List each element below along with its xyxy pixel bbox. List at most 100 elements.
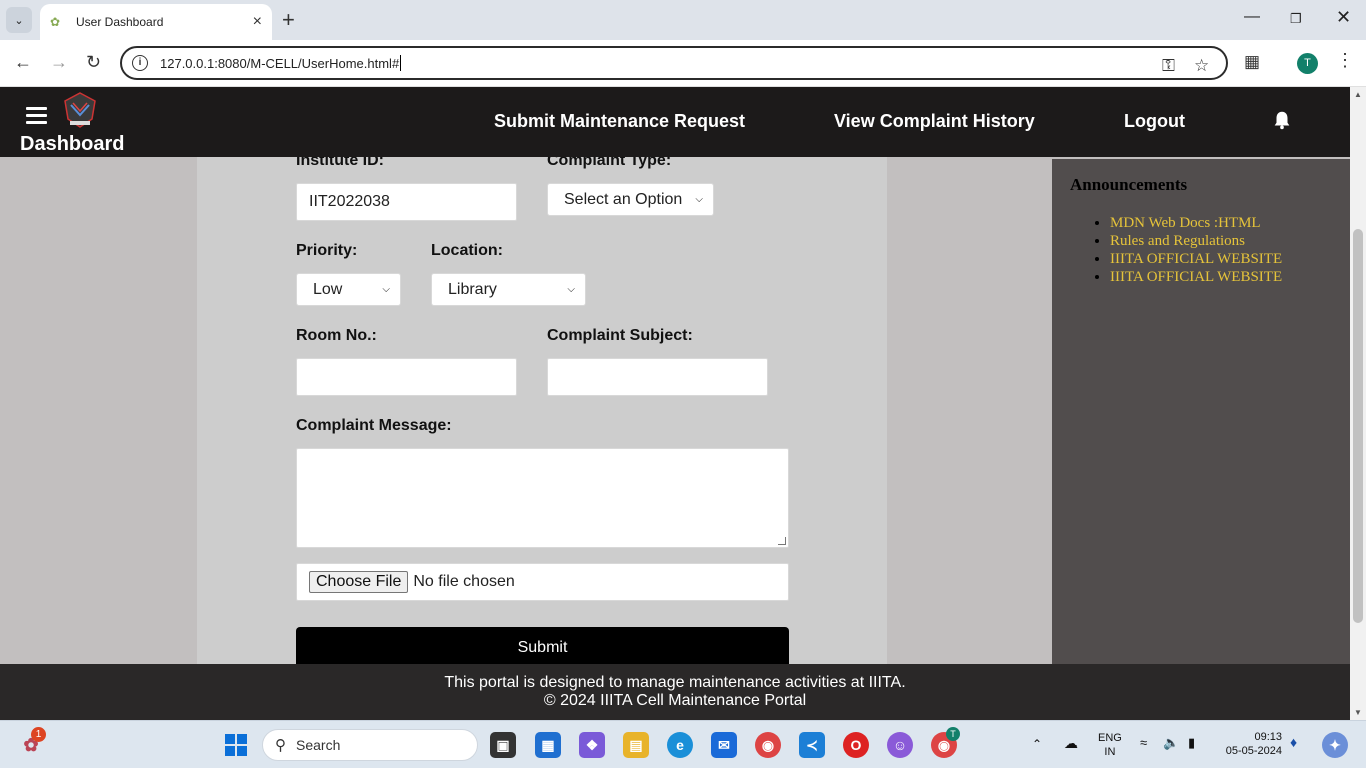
announcements-list: MDN Web Docs :HTML Rules and Regulations… — [1110, 214, 1282, 286]
complaint-type-select[interactable]: Select an Option ⌵ — [547, 183, 714, 216]
file-explorer-icon[interactable]: ▤ — [623, 732, 649, 758]
submit-button[interactable]: Submit — [296, 627, 789, 664]
profile-avatar[interactable]: T — [1297, 53, 1318, 74]
bookmark-star-icon[interactable]: ☆ — [1194, 56, 1209, 76]
announcement-link[interactable]: Rules and Regulations — [1110, 232, 1282, 250]
browser-toolbar: ← → ↻ i 127.0.0.1:8080/M-CELL/UserHome.h… — [0, 40, 1366, 87]
complaint-type-value: Select an Option — [564, 190, 683, 208]
start-icon[interactable] — [223, 732, 249, 758]
opera-icon[interactable]: O — [843, 732, 869, 758]
announcement-link[interactable]: MDN Web Docs :HTML — [1110, 214, 1282, 232]
hamburger-menu-icon[interactable] — [26, 107, 47, 125]
clock-date: 05-05-2024 — [1225, 745, 1282, 757]
location-label: Location: — [431, 242, 503, 259]
clock-time: 09:13 — [1254, 731, 1282, 743]
vscode-icon[interactable]: ≺ — [799, 732, 825, 758]
restore-icon[interactable]: ❐ — [1290, 11, 1302, 27]
tab-title: User Dashboard — [76, 15, 164, 29]
tab-search-chevron-icon[interactable]: ⌄ — [6, 7, 32, 33]
reload-icon[interactable]: ↻ — [86, 52, 101, 73]
announcement-link[interactable]: IIITA OFFICIAL WEBSITE — [1110, 268, 1282, 286]
browser-tabstrip: ⌄ ✿ User Dashboard × + — ❐ ✕ — [0, 0, 1366, 40]
page-scrollbar[interactable]: ▲ ▼ — [1350, 87, 1366, 720]
task-view-icon[interactable]: ▣ — [490, 732, 516, 758]
extensions-puzzle-icon[interactable]: ▦ — [1244, 52, 1260, 72]
taskbar-search[interactable]: ⚲ Search — [262, 729, 478, 761]
copilot-icon[interactable]: ❖ — [579, 732, 605, 758]
url-text: 127.0.0.1:8080/M-CELL/UserHome.html# — [160, 55, 400, 71]
brand-title[interactable]: Dashboard — [20, 133, 124, 156]
tray-chevron-up-icon[interactable]: ⌃ — [1032, 737, 1042, 751]
search-icon: ⚲ — [275, 737, 286, 754]
institute-id-input[interactable]: IIT2022038 — [296, 183, 517, 221]
clock[interactable]: 09:13 05-05-2024 — [1222, 730, 1282, 758]
window-close-icon[interactable]: ✕ — [1336, 7, 1351, 28]
password-key-icon[interactable]: ⚿ — [1162, 56, 1175, 76]
file-upload: Choose File No file chosen — [296, 563, 789, 601]
new-tab-icon[interactable]: + — [282, 8, 295, 32]
chevron-down-icon: ⌵ — [567, 284, 575, 295]
nav-complaint-history[interactable]: View Complaint History — [834, 111, 1035, 132]
scroll-up-icon[interactable]: ▲ — [1354, 90, 1362, 99]
announcements-panel: Announcements MDN Web Docs :HTML Rules a… — [1052, 159, 1350, 664]
subject-input[interactable] — [547, 358, 768, 396]
priority-value: Low — [313, 280, 343, 298]
footer-copyright: © 2024 IIITA Cell Maintenance Portal — [543, 692, 807, 709]
wifi-icon[interactable]: ≈ — [1140, 736, 1147, 750]
notification-bell-icon[interactable]: ♦ — [1290, 735, 1297, 749]
priority-select[interactable]: Low ⌵ — [296, 273, 401, 306]
minimize-icon[interactable]: — — [1244, 8, 1260, 26]
complaint-form: Institute ID: Complaint Type: IIT2022038… — [197, 157, 887, 664]
battery-icon[interactable]: ▮ — [1188, 736, 1195, 750]
choose-file-button[interactable]: Choose File — [309, 571, 409, 593]
location-select[interactable]: Library ⌵ — [431, 273, 586, 306]
file-status: No file chosen — [413, 573, 515, 590]
scrollbar-thumb[interactable] — [1353, 229, 1363, 623]
chevron-down-icon: ⌵ — [382, 284, 390, 295]
institute-id-label: Institute ID: — [296, 157, 384, 169]
onedrive-cloud-icon[interactable]: ☁ — [1064, 736, 1078, 750]
back-icon[interactable]: ← — [14, 52, 32, 73]
tab-favicon-icon: ✿ — [50, 15, 61, 29]
scroll-down-icon[interactable]: ▼ — [1354, 708, 1362, 717]
site-info-icon[interactable]: i — [132, 55, 148, 71]
forward-icon[interactable]: → — [50, 52, 68, 73]
store-icon[interactable]: ▦ — [535, 732, 561, 758]
chrome-icon[interactable]: ◉ — [755, 732, 781, 758]
chrome-profile-badge: T — [946, 727, 960, 741]
complaint-type-label: Complaint Type: — [547, 157, 672, 169]
priority-label: Priority: — [296, 242, 358, 259]
announcement-link[interactable]: IIITA OFFICIAL WEBSITE — [1110, 250, 1282, 268]
institute-logo — [64, 92, 96, 128]
edge-icon[interactable]: e — [667, 732, 693, 758]
room-label: Room No.: — [296, 327, 377, 344]
room-input[interactable] — [296, 358, 517, 396]
nav-submit-request[interactable]: Submit Maintenance Request — [494, 111, 745, 132]
language-code: ENG — [1098, 732, 1122, 744]
browser-tab[interactable]: ✿ User Dashboard × — [40, 4, 272, 40]
taskbar: ✿ ⚲ Search ▣ ▦ ❖ ▤ e ✉ ◉ ≺ O ☺ ◉ T ⌃ ☁ E… — [0, 720, 1366, 768]
site-header: Dashboard Submit Maintenance Request Vie… — [0, 87, 1350, 157]
nav-logout[interactable]: Logout — [1124, 111, 1185, 132]
volume-icon[interactable]: 🔈 — [1163, 736, 1179, 750]
search-placeholder: Search — [296, 737, 341, 753]
region-code: IN — [1104, 746, 1116, 758]
announcements-title: Announcements — [1070, 175, 1188, 194]
footer-description: This portal is designed to manage mainte… — [444, 674, 906, 691]
address-bar[interactable]: i 127.0.0.1:8080/M-CELL/UserHome.html# ⚿… — [120, 46, 1228, 80]
site-footer: This portal is designed to manage mainte… — [0, 664, 1350, 720]
discord-icon[interactable]: ☺ — [887, 732, 913, 758]
browser-menu-icon[interactable]: ⋮ — [1336, 50, 1354, 71]
subject-label: Complaint Subject: — [547, 327, 693, 344]
location-value: Library — [448, 280, 497, 298]
message-label: Complaint Message: — [296, 417, 452, 434]
tab-close-icon[interactable]: × — [253, 13, 262, 31]
copilot-pre-icon[interactable]: ✦ — [1322, 732, 1348, 758]
language-indicator[interactable]: ENG IN — [1098, 731, 1122, 759]
notification-bell-icon[interactable] — [1271, 109, 1293, 131]
resize-handle-icon[interactable] — [778, 537, 786, 545]
widgets-notification-badge: 1 — [31, 727, 46, 742]
chevron-down-icon: ⌵ — [695, 194, 703, 205]
message-textarea[interactable] — [296, 448, 789, 548]
mail-icon[interactable]: ✉ — [711, 732, 737, 758]
